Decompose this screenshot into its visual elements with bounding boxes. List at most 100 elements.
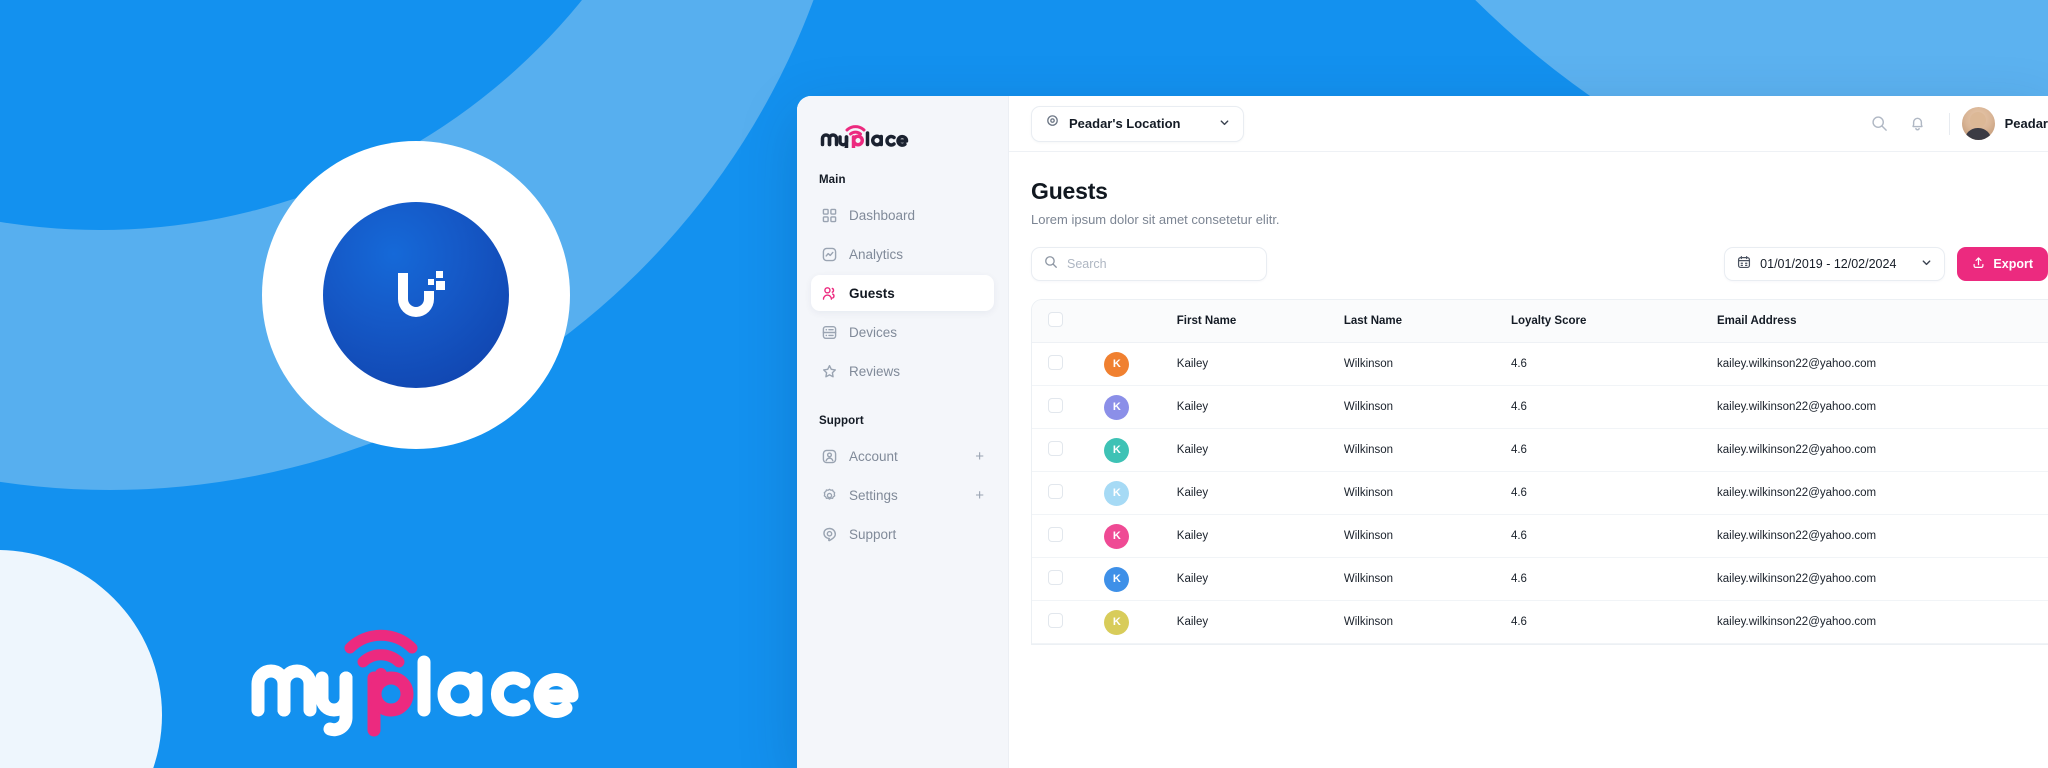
row-checkbox[interactable]	[1048, 570, 1063, 585]
cell-email-address: kailey.wilkinson22@yahoo.com	[1717, 471, 2048, 515]
row-avatar-cell: K	[1104, 514, 1177, 558]
table-body: K Kailey Wilkinson 4.6 kailey.wilkinson22@ya…	[1032, 342, 2048, 644]
row-checkbox[interactable]	[1048, 613, 1063, 628]
export-button[interactable]: Export	[1957, 247, 2048, 281]
cell-last-name: Wilkinson	[1343, 342, 1511, 386]
chevron-down-icon	[1219, 115, 1230, 133]
row-checkbox[interactable]	[1048, 441, 1063, 456]
cell-first-name: Kailey	[1176, 600, 1344, 644]
sidebar-group-label-support: Support	[819, 415, 864, 427]
search-icon	[1044, 255, 1058, 274]
bell-icon[interactable]	[1899, 105, 1937, 143]
sidebar-item-support[interactable]: Support	[811, 516, 994, 552]
column-header-email-address[interactable]: Email Address	[1717, 300, 2048, 343]
avatar	[1961, 107, 1995, 140]
table-row[interactable]: K Kailey Wilkinson 4.6 kailey.wilkinson22@ya…	[1032, 342, 2048, 386]
select-all-header	[1032, 300, 1105, 343]
guests-icon	[821, 285, 838, 302]
expand-account-icon[interactable]: +	[975, 449, 984, 464]
column-header-first-name[interactable]: First Name	[1176, 300, 1344, 343]
sidebar-item-settings[interactable]: Settings +	[811, 477, 994, 513]
table-row[interactable]: K Kailey Wilkinson 4.6 kailey.wilkinson22@ya…	[1032, 428, 2048, 472]
topbar-divider	[1948, 112, 1950, 135]
row-select-cell	[1032, 600, 1105, 644]
search-icon[interactable]	[1861, 105, 1899, 143]
search-box[interactable]	[1031, 247, 1267, 281]
row-avatar: K	[1104, 351, 1130, 377]
user-icon	[821, 448, 838, 465]
table-row[interactable]: K Kailey Wilkinson 4.6 kailey.wilkinson22@ya…	[1032, 514, 2048, 558]
cell-first-name: Kailey	[1176, 428, 1344, 472]
lifebuoy-icon	[821, 526, 838, 543]
myplace-logo-small-icon	[820, 125, 909, 148]
unifi-u-icon	[398, 271, 445, 317]
select-all-checkbox[interactable]	[1048, 312, 1063, 327]
row-avatar: K	[1104, 394, 1130, 420]
sidebar-item-label: Settings	[849, 487, 898, 503]
sidebar-item-guests[interactable]: Guests	[811, 275, 994, 311]
table-row[interactable]: K Kailey Wilkinson 4.6 kailey.wilkinson22@ya…	[1032, 471, 2048, 515]
row-avatar-cell: K	[1104, 342, 1177, 386]
sidebar-item-label: Account	[849, 448, 898, 464]
location-selector[interactable]: Peadar's Location	[1031, 105, 1245, 142]
page-content: Guests Lorem ipsum dolor sit amet conset…	[1009, 152, 2048, 768]
cell-loyalty-score: 4.6	[1510, 600, 1717, 644]
row-checkbox[interactable]	[1048, 484, 1063, 499]
topbar-actions: Peadar	[1861, 105, 2048, 143]
column-header-last-name[interactable]: Last Name	[1343, 300, 1511, 343]
upload-icon	[1972, 256, 1985, 272]
gear-icon	[821, 487, 838, 504]
cell-email-address: kailey.wilkinson22@yahoo.com	[1717, 557, 2048, 601]
sidebar: Main Dashboard Analytics Guests Devices …	[797, 96, 1009, 768]
topbar: Peadar's Location Peadar	[1009, 96, 2048, 152]
table-row[interactable]: K Kailey Wilkinson 4.6 kailey.wilkinson22@ya…	[1032, 385, 2048, 429]
cell-last-name: Wilkinson	[1343, 514, 1511, 558]
expand-settings-icon[interactable]: +	[975, 488, 984, 503]
table-toolbar: 01/01/2019 - 12/02/2024	[1031, 247, 2048, 281]
table-head: First Name Last Name Loyalty Score Email…	[1032, 300, 2048, 343]
cell-first-name: Kailey	[1176, 557, 1344, 601]
sidebar-item-label: Analytics	[849, 246, 904, 262]
row-avatar-cell: K	[1104, 471, 1177, 515]
cell-first-name: Kailey	[1176, 385, 1344, 429]
row-select-cell	[1032, 428, 1105, 472]
dashboard-window: Main Dashboard Analytics Guests Devices …	[797, 96, 2048, 768]
cell-first-name: Kailey	[1176, 342, 1344, 386]
row-checkbox[interactable]	[1048, 527, 1063, 542]
row-checkbox[interactable]	[1048, 355, 1063, 370]
sidebar-item-account[interactable]: Account +	[811, 438, 994, 474]
date-range-picker[interactable]: 01/01/2019 - 12/02/2024	[1724, 247, 1946, 281]
row-avatar: K	[1104, 480, 1130, 506]
unifi-logo-badge	[323, 202, 509, 388]
column-header-loyalty-score[interactable]: Loyalty Score	[1510, 300, 1717, 343]
grid-icon	[821, 207, 838, 224]
star-icon	[821, 363, 838, 380]
row-avatar: K	[1104, 609, 1130, 635]
myplace-wordmark-large	[246, 618, 586, 738]
cell-first-name: Kailey	[1176, 514, 1344, 558]
row-avatar: K	[1104, 566, 1130, 592]
cell-loyalty-score: 4.6	[1510, 471, 1717, 515]
cell-loyalty-score: 4.6	[1510, 342, 1717, 386]
toolbar-right: 01/01/2019 - 12/02/2024 Export	[1724, 247, 2048, 281]
sidebar-item-analytics[interactable]: Analytics	[811, 236, 994, 272]
sidebar-item-reviews[interactable]: Reviews	[811, 353, 994, 389]
row-select-cell	[1032, 385, 1105, 429]
table-row[interactable]: K Kailey Wilkinson 4.6 kailey.wilkinson22@ya…	[1032, 600, 2048, 644]
location-label: Peadar's Location	[1069, 116, 1181, 131]
user-name: Peadar	[2004, 116, 2048, 131]
row-checkbox[interactable]	[1048, 398, 1063, 413]
search-input[interactable]	[1067, 257, 1254, 271]
cell-last-name: Wilkinson	[1343, 557, 1511, 601]
sidebar-logo[interactable]	[811, 118, 994, 174]
analytics-icon	[821, 246, 838, 263]
sidebar-item-dashboard[interactable]: Dashboard	[811, 197, 994, 233]
sidebar-item-devices[interactable]: Devices	[811, 314, 994, 350]
sidebar-group-label-main: Main	[819, 174, 846, 186]
page-subtitle: Lorem ipsum dolor sit amet consetetur el…	[1031, 212, 1280, 227]
user-menu[interactable]: Peadar	[1961, 107, 2048, 140]
table-row[interactable]: K Kailey Wilkinson 4.6 kailey.wilkinson22@ya…	[1032, 557, 2048, 601]
cell-last-name: Wilkinson	[1343, 600, 1511, 644]
main-area: Peadar's Location Peadar Guests Lorem ip…	[1009, 96, 2048, 768]
cell-loyalty-score: 4.6	[1510, 557, 1717, 601]
